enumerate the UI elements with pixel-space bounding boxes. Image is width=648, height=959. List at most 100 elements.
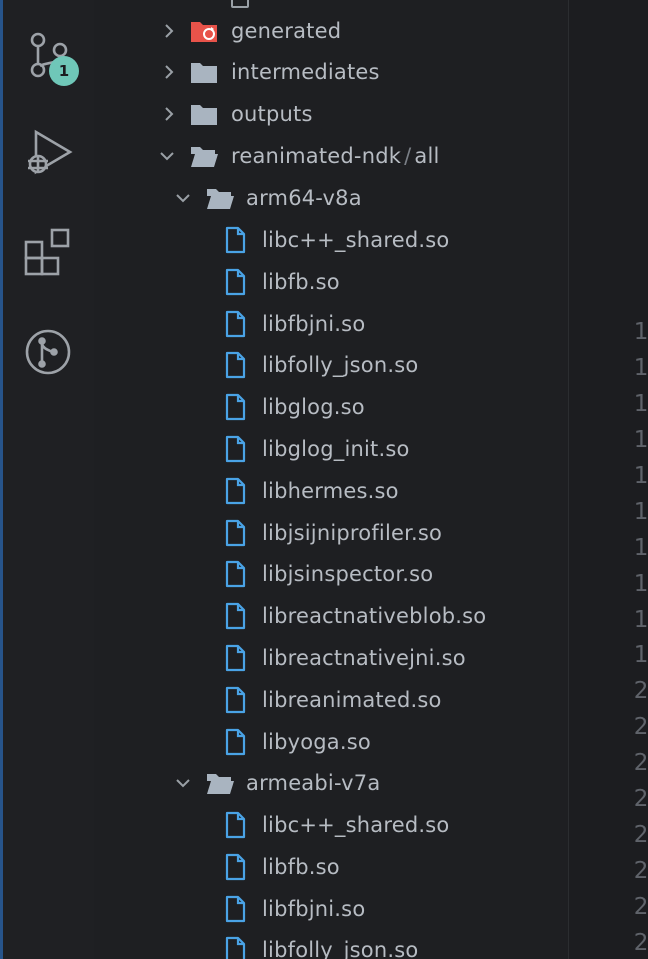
tree-item-label: libreanimated.so [262,687,442,712]
line-number: 15 [633,499,648,525]
line-number: 21 [633,714,648,740]
line-number: 16 [633,535,648,561]
tree-item-label: libfb.so [262,269,340,294]
tree-item-label: libjsinspector.so [262,562,434,587]
folder-icon [191,63,217,83]
tree-item-label: libc++_shared.so [262,228,450,252]
chevron-right-icon[interactable] [160,63,178,81]
file-icon [220,727,250,757]
line-number: 13 [633,427,648,453]
tree-item-file[interactable]: libc++_shared.so [94,219,568,261]
tree-item-label: libfbjni.so [262,896,366,921]
line-number: 26 [633,894,648,920]
tree-item-file[interactable]: libfbjni.so [94,888,568,930]
tree-item-label: libyoga.so [262,729,371,754]
tree-item-file[interactable]: libjsijniprofiler.so [94,512,568,554]
git-graph-icon[interactable] [22,326,74,378]
line-number: 23 [633,786,648,812]
folder-icon [191,105,217,125]
tree-item-label: outputs [231,102,313,126]
line-number: 27 [633,930,648,956]
file-icon [220,685,250,715]
chevron-down-icon[interactable] [158,147,176,165]
line-number: 10 [633,319,648,345]
file-icon [220,392,250,422]
file-icon [220,518,250,548]
tree-item-file[interactable]: libglog.so [94,386,568,428]
activity-bar: 1 [0,0,95,959]
line-number: 4 [573,68,648,94]
tree-item-file[interactable]: libreactnativejni.so [94,637,568,679]
file-icon [220,559,250,589]
tree-item-generated[interactable]: generated [94,10,568,52]
line-number: 20 [633,678,648,704]
chevron-right-icon[interactable] [160,105,178,123]
line-number: 6 [573,176,648,202]
tree-item-arm64-v8a[interactable]: arm64-v8a [94,177,568,219]
tree-item-file[interactable]: libfb.so [94,846,568,888]
line-number: 7 [573,212,648,238]
line-number: 17 [633,571,648,597]
folder-open-icon [191,147,218,167]
folder-open-icon [207,774,234,794]
line-number: 14 [633,463,648,489]
tree-item-label: libhermes.so [262,478,399,503]
file-icon [220,476,250,506]
tree-item-file[interactable]: libc++_shared.so [94,804,568,846]
extensions-icon[interactable] [22,226,74,278]
tree-item-label: armeabi-v7a [246,771,381,795]
tree-item-label: libjsijniprofiler.so [262,520,443,545]
file-icon [220,935,250,959]
line-number: 18 [633,607,648,633]
tree-item-file[interactable]: libfbjni.so [94,303,568,345]
run-debug-icon[interactable] [22,128,74,180]
source-control-badge: 1 [49,56,79,86]
line-number: 19 [633,642,648,668]
tree-item-file[interactable]: libhermes.so [94,470,568,512]
tree-item-label: libfb.so [262,854,340,879]
tree-item-intermediates[interactable]: intermediates [94,51,568,93]
file-icon [220,810,250,840]
tree-item-file[interactable]: libfb.so [94,261,568,303]
tree-item-label: libreactnativeblob.so [262,604,487,629]
file-explorer: generated intermediates outputs reanimat… [94,0,568,959]
tree-item-armeabi-v7a[interactable]: armeabi-v7a [94,762,568,804]
file-icon [220,309,250,339]
file-icon [220,643,250,673]
chevron-down-icon[interactable] [174,774,192,792]
editor-area[interactable]: 2345678910111213141516171819202122232425… [568,0,648,959]
file-icon [220,225,250,255]
tree-item-file[interactable]: libfolly_json.so [94,344,568,386]
file-icon [220,852,250,882]
tree-item-outputs[interactable]: outputs [94,93,568,135]
chevron-right-icon[interactable] [160,22,178,40]
tree-item-file[interactable]: libreactnativeblob.so [94,595,568,637]
tree-item-label: reanimated-ndk / all [231,144,440,168]
file-icon [220,894,250,924]
line-number-gutter: 2345678910111213141516171819202122232425… [569,0,648,959]
tree-item-file[interactable]: libyoga.so [94,721,568,763]
file-icon [220,350,250,380]
tree-item-file[interactable]: libjsinspector.so [94,553,568,595]
tree-item-label: intermediates [231,60,380,84]
active-indicator [0,0,3,959]
line-number: 24 [633,822,648,848]
line-number: 3 [573,33,648,59]
tree-item-label: libglog_init.so [262,437,410,461]
line-number: 22 [633,750,648,776]
tree-item-label: arm64-v8a [246,186,362,210]
file-icon [220,267,250,297]
tree-item-file[interactable]: libreanimated.so [94,679,568,721]
folder-generated-icon [191,22,217,42]
tree-item-file[interactable]: libfolly_json.so [94,929,568,959]
line-number: 2 [573,0,648,25]
tree-item-reanimated-ndk[interactable]: reanimated-ndk / all [94,135,568,177]
line-number: 11 [633,355,648,381]
tree-item-file[interactable]: libglog_init.so [94,428,568,470]
line-number: 25 [633,858,648,884]
chevron-down-icon[interactable] [174,189,192,207]
file-icon [231,0,249,8]
tree-item-label: libfolly_json.so [262,353,419,378]
tree-item-label: libfolly_json.so [262,938,419,959]
tree-item-label: libfbjni.so [262,311,366,336]
